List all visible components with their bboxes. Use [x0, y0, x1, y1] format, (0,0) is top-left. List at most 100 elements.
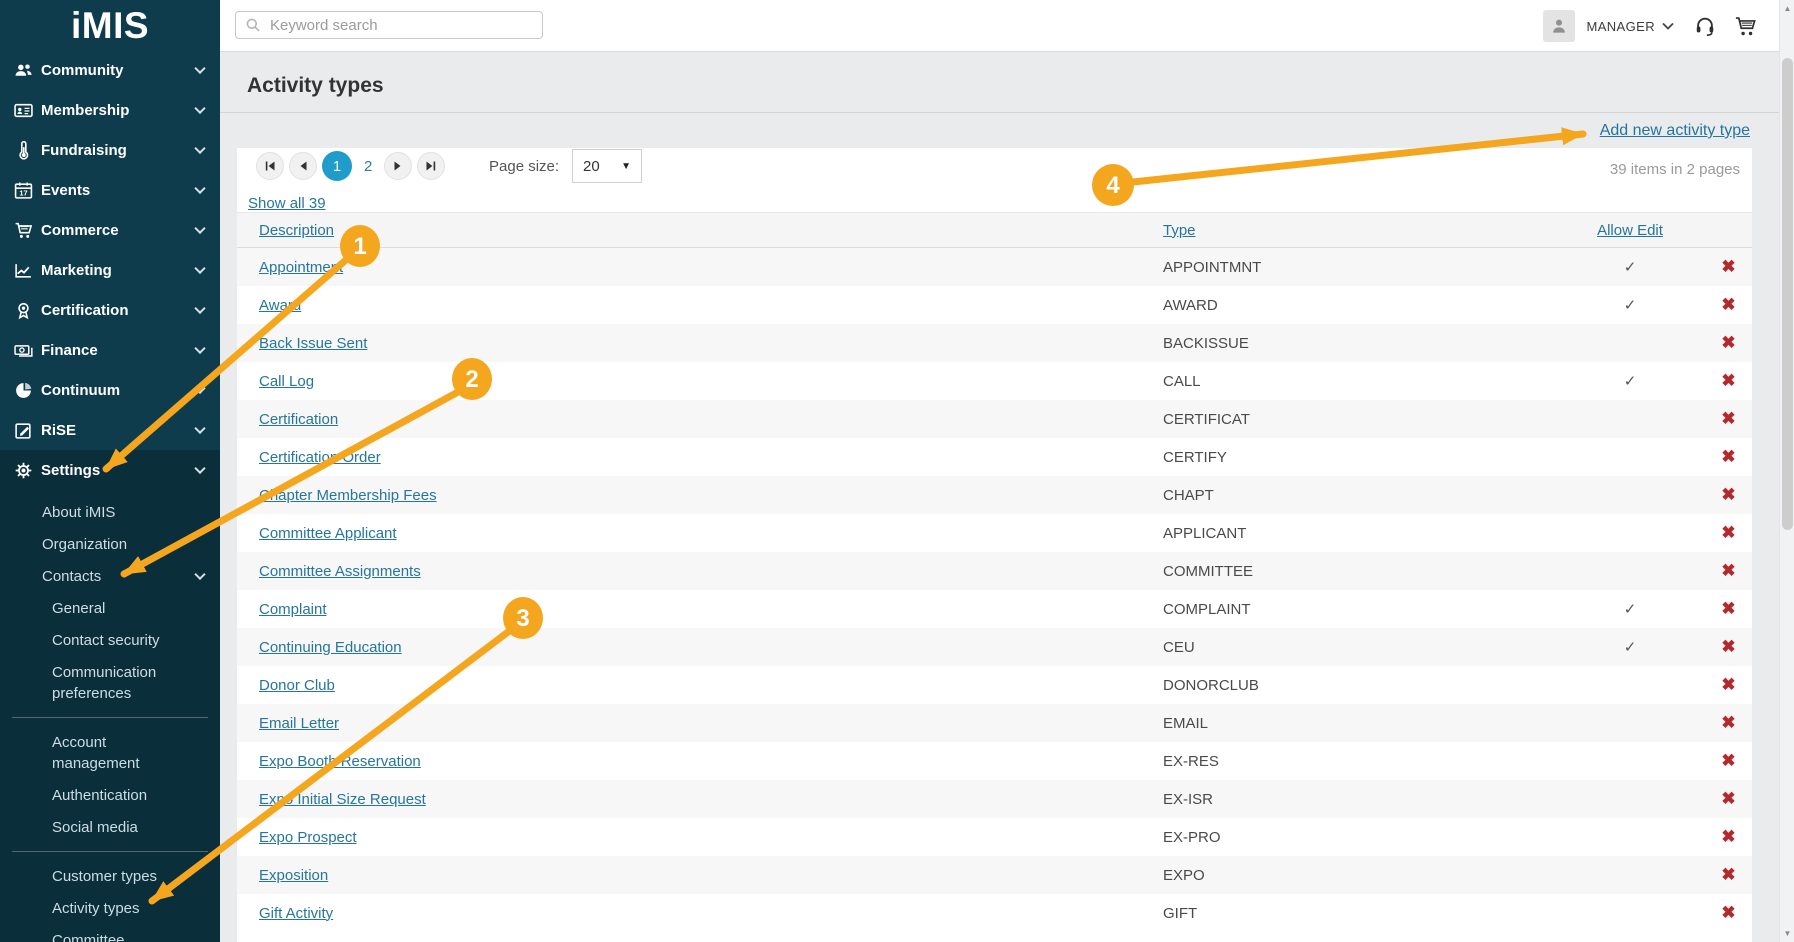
- activity-description-link[interactable]: Expo Initial Size Request: [259, 791, 426, 808]
- delete-icon[interactable]: ✖: [1721, 447, 1735, 466]
- activity-description-link[interactable]: Gift Activity: [259, 905, 333, 922]
- people-icon: [14, 61, 33, 80]
- activity-type-code: AWARD: [1163, 297, 1555, 314]
- sidebar-item[interactable]: Commerce: [0, 210, 220, 250]
- sidebar-item[interactable]: 17 Events: [0, 170, 220, 210]
- pager-first-button[interactable]: [256, 152, 284, 180]
- activity-description-link[interactable]: Donor Club: [259, 677, 335, 694]
- activity-type-code: EMAIL: [1163, 715, 1555, 732]
- cart-icon[interactable]: [1734, 15, 1757, 38]
- sort-type-link[interactable]: Type: [1163, 222, 1196, 239]
- chevron-down-icon: [194, 343, 205, 354]
- activity-description-link[interactable]: Continuing Education: [259, 639, 402, 656]
- activity-type-code: CERTIFY: [1163, 449, 1555, 466]
- settings-subnav-item[interactable]: [12, 851, 208, 852]
- delete-icon[interactable]: ✖: [1721, 751, 1735, 770]
- activity-description-link[interactable]: Email Letter: [259, 715, 339, 732]
- items-count: 39 items in 2 pages: [1610, 161, 1740, 178]
- activity-type-code: DONORCLUB: [1163, 677, 1555, 694]
- settings-subnav-item[interactable]: Communication preferences: [0, 656, 220, 709]
- settings-subnav-item[interactable]: Activity types: [0, 892, 220, 924]
- settings-subnav-item[interactable]: [12, 717, 208, 718]
- activity-description-link[interactable]: Chapter Membership Fees: [259, 487, 437, 504]
- settings-subnav-item[interactable]: General: [0, 592, 220, 624]
- sidebar-item[interactable]: Marketing: [0, 250, 220, 290]
- show-all-link[interactable]: Show all 39: [248, 195, 326, 212]
- pager-page-2[interactable]: 2: [357, 158, 379, 175]
- sidebar-item[interactable]: Continuum: [0, 370, 220, 410]
- activity-type-code: CALL: [1163, 373, 1555, 390]
- search-input[interactable]: [268, 16, 533, 35]
- settings-subnav-item[interactable]: Authentication: [0, 779, 220, 811]
- user-menu[interactable]: MANAGER: [1586, 19, 1655, 34]
- settings-subnav-item[interactable]: Contact security: [0, 624, 220, 656]
- pager-last-button[interactable]: [417, 152, 445, 180]
- activity-description-link[interactable]: Committee Assignments: [259, 563, 421, 580]
- delete-icon[interactable]: ✖: [1721, 561, 1735, 580]
- activity-description-link[interactable]: Committee Applicant: [259, 525, 397, 542]
- delete-icon[interactable]: ✖: [1721, 333, 1735, 352]
- activity-description-link[interactable]: Expo Booth Reservation: [259, 753, 421, 770]
- activity-description-link[interactable]: Award: [259, 297, 301, 314]
- sidebar-item[interactable]: Fundraising: [0, 130, 220, 170]
- delete-icon[interactable]: ✖: [1721, 257, 1735, 276]
- scroll-down-icon[interactable]: ▼: [1780, 929, 1794, 938]
- activity-description-link[interactable]: Expo Prospect: [259, 829, 357, 846]
- table-row: Award AWARD ✓ ✖: [237, 286, 1752, 324]
- sidebar-item-settings[interactable]: Settings: [0, 450, 220, 490]
- chevron-down-icon: [194, 223, 205, 234]
- activity-types-table: Description Type Allow Edit Appointment …: [237, 212, 1752, 932]
- user-cluster: MANAGER: [1543, 0, 1757, 52]
- activity-description-link[interactable]: Appointment: [259, 259, 343, 276]
- activity-description-link[interactable]: Certification: [259, 411, 338, 428]
- activity-description-link[interactable]: Call Log: [259, 373, 314, 390]
- avatar[interactable]: [1543, 10, 1575, 42]
- delete-icon[interactable]: ✖: [1721, 523, 1735, 542]
- add-new-activity-type-link[interactable]: Add new activity type: [1600, 122, 1750, 140]
- edit-square-icon: [14, 421, 33, 440]
- pager-prev-button[interactable]: [289, 152, 317, 180]
- delete-icon[interactable]: ✖: [1721, 409, 1735, 428]
- pager-current-page[interactable]: 1: [322, 151, 352, 181]
- delete-icon[interactable]: ✖: [1721, 675, 1735, 694]
- delete-icon[interactable]: ✖: [1721, 789, 1735, 808]
- table-header: Description Type Allow Edit: [237, 212, 1752, 248]
- pager-next-button[interactable]: [384, 152, 412, 180]
- settings-subnav-item[interactable]: About iMIS: [0, 496, 220, 528]
- delete-icon[interactable]: ✖: [1721, 865, 1735, 884]
- settings-subnav-item[interactable]: Contacts: [0, 560, 220, 592]
- pagination: 1 2: [256, 150, 445, 182]
- activity-type-code: APPLICANT: [1163, 525, 1555, 542]
- sidebar-item[interactable]: RiSE: [0, 410, 220, 450]
- scrollbar-thumb[interactable]: [1782, 58, 1793, 530]
- settings-subnav-item[interactable]: Account management: [0, 726, 220, 779]
- chevron-down-icon[interactable]: [1662, 22, 1674, 30]
- sort-description-link[interactable]: Description: [259, 222, 334, 239]
- activity-description-link[interactable]: Back Issue Sent: [259, 335, 367, 352]
- delete-icon[interactable]: ✖: [1721, 295, 1735, 314]
- sort-allow-edit-link[interactable]: Allow Edit: [1597, 222, 1663, 239]
- settings-subnav-item[interactable]: Customer types: [0, 860, 220, 892]
- activity-description-link[interactable]: Complaint: [259, 601, 327, 618]
- sidebar-item[interactable]: Finance: [0, 330, 220, 370]
- activity-description-link[interactable]: Certification Order: [259, 449, 381, 466]
- sidebar-item[interactable]: Certification: [0, 290, 220, 330]
- settings-subnav-item[interactable]: Committee: [0, 924, 220, 942]
- activity-description-link[interactable]: Exposition: [259, 867, 328, 884]
- vertical-scrollbar: ▲ ▼: [1779, 0, 1794, 942]
- sidebar-item[interactable]: Membership: [0, 90, 220, 130]
- delete-icon[interactable]: ✖: [1721, 637, 1735, 656]
- page-size-select[interactable]: 20 ▼: [572, 149, 642, 183]
- delete-icon[interactable]: ✖: [1721, 713, 1735, 732]
- scroll-up-icon[interactable]: ▲: [1780, 4, 1794, 13]
- delete-icon[interactable]: ✖: [1721, 903, 1735, 922]
- sidebar-item[interactable]: Community: [0, 50, 220, 90]
- delete-icon[interactable]: ✖: [1721, 827, 1735, 846]
- settings-subnav-item[interactable]: Organization: [0, 528, 220, 560]
- table-body: Appointment APPOINTMNT ✓ ✖ Award AWARD ✓…: [237, 248, 1752, 932]
- settings-subnav-item[interactable]: Social media: [0, 811, 220, 843]
- delete-icon[interactable]: ✖: [1721, 371, 1735, 390]
- headset-icon[interactable]: [1694, 15, 1716, 37]
- delete-icon[interactable]: ✖: [1721, 599, 1735, 618]
- delete-icon[interactable]: ✖: [1721, 485, 1735, 504]
